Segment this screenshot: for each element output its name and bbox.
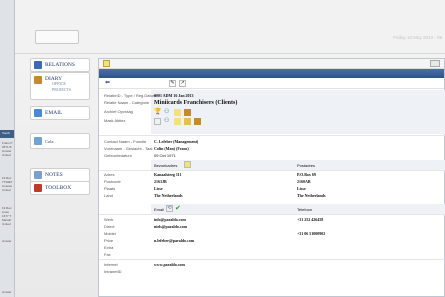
werk-label: Werk [104,217,114,222]
land-label: Land [104,193,113,198]
intranet-label: IntranetID [104,269,122,274]
archive-icon[interactable] [194,118,201,125]
fax-label: Fax [104,252,111,257]
nav-email[interactable]: EMAIL [30,106,90,120]
date-display: Friday 10 May 2013 - 09 [393,35,442,40]
postcode-label: Postcode [104,179,121,184]
bg-text: Voorb [2,131,10,135]
relation-detail-panel: ⬅ ✎ ↗ RelatieID - Type / Reg.Datum 0001 … [98,58,445,297]
edit-icon[interactable]: ✎ [169,80,176,87]
direct-email[interactable]: niels@paraldo.com [154,224,187,229]
blank-icon[interactable] [154,118,161,125]
voornaam-value: Colin (Man) (Frans) [154,146,189,151]
prive-label: Prive [104,238,114,243]
nav-notes[interactable]: NOTES [30,168,90,182]
checkmark-icon[interactable]: ✔ [175,205,182,212]
panel-titlebar [99,69,444,78]
refresh-icon[interactable]: ⟲ [166,205,173,212]
record-shade [151,90,445,134]
postcode-visit: 2163JB [154,179,167,184]
bg-text: United [2,188,11,192]
notes-icon [34,171,42,179]
folder-icon[interactable] [174,118,181,125]
address-label: Adres [104,172,115,177]
mask-label: Mask Aktiez [104,118,126,123]
bezoekadres-header: Bezoekadres [154,163,178,168]
email-icon [34,109,42,117]
email-header: Email [154,207,165,212]
postcode-post: 2160AB [297,179,311,184]
land-post: The Netherlands [297,193,326,198]
relatieid-value: 0001 ADM 16 Jan 2013 [154,93,194,98]
panel-toolbar: ⬅ ✎ ↗ [99,78,444,89]
relations-icon [34,61,42,69]
geboorte-label: Geboortedatum [104,153,132,158]
toolbox-icon [34,184,42,192]
internet-value[interactable]: www.paraldo.com [154,262,185,267]
extra-label: Extra [104,245,114,250]
contact-label: Contact Naam - Functie [104,139,147,144]
land-visit: The Netherlands [154,193,183,198]
name-label: Relatie Naam - Categorie [104,100,150,105]
nav-projects[interactable]: PROJECTS [52,87,71,93]
archive-icon[interactable] [184,109,191,116]
archief-label: Archief Opvraag [104,109,133,114]
werk-phone: +31 252 426458 [297,217,324,222]
nav-relations-label: RELATIONS [45,62,75,68]
geboorte-value: 09 Oct 1971 [154,153,176,158]
folder-icon[interactable] [174,109,181,116]
bg-text: United [2,222,11,226]
postadres-header: Postadres [297,163,316,168]
top-bar: Friday 10 May 2013 - 09 [15,0,445,54]
nav-notes-label: NOTES [45,172,63,178]
nav-relations[interactable]: RELATIONS [30,58,90,72]
share-icon[interactable]: ↗ [179,80,186,87]
nav-toolbox-label: TOOLBOX [45,185,72,191]
contact-value: C. Lefeber (Management) [154,139,199,144]
note-icon[interactable] [184,118,191,125]
address-post: P.O.Box 69 [297,172,316,177]
relation-name-value: Miniicards Franchisers (Clients) [154,100,238,106]
bg-text: Amster [2,239,12,243]
werk-email[interactable]: info@paraldo.com [154,217,186,222]
nav-email-label: EMAIL [45,110,63,116]
internet-label: Internet [104,262,118,267]
diary-icon [34,76,42,84]
plaats-post: Lisse [297,186,306,191]
document-icon[interactable] [103,60,110,67]
logo-button[interactable] [35,30,79,44]
map-icon[interactable] [184,161,191,168]
voornaam-label: Voornaam - Geslacht - Taal [104,146,153,151]
nav-cola[interactable]: Cola [30,133,90,149]
trophy-icon[interactable]: 🏆 [154,108,161,115]
mobiel-phone: +31 06 51000902 [297,231,326,236]
direct-label: Direct [104,224,115,229]
plaats-visit: Lisse [154,186,163,191]
cola-icon [34,137,42,145]
window-icon[interactable] [430,60,440,67]
mobiel-label: Mobiel [104,231,116,236]
telefoon-header: Telefoon [297,207,313,212]
people-icon[interactable]: ⚇ [164,108,171,115]
people-icon[interactable]: ⚇ [164,117,171,124]
nav-toolbox[interactable]: TOOLBOX [30,181,90,195]
nav-cola-label: Cola [45,138,54,144]
bg-text: United [2,153,11,157]
relatieid-label: RelatieID - Type / Reg.Datum [104,93,157,98]
prive-email[interactable]: n.lefeber@paraldo.com [154,238,194,243]
bg-text: Amster [2,290,12,294]
plaats-label: Plaats [104,186,116,191]
panel-top [99,59,444,69]
address-visit: Kanaalsteeg 111 [154,172,182,177]
back-arrow-icon[interactable]: ⬅ [105,80,112,87]
